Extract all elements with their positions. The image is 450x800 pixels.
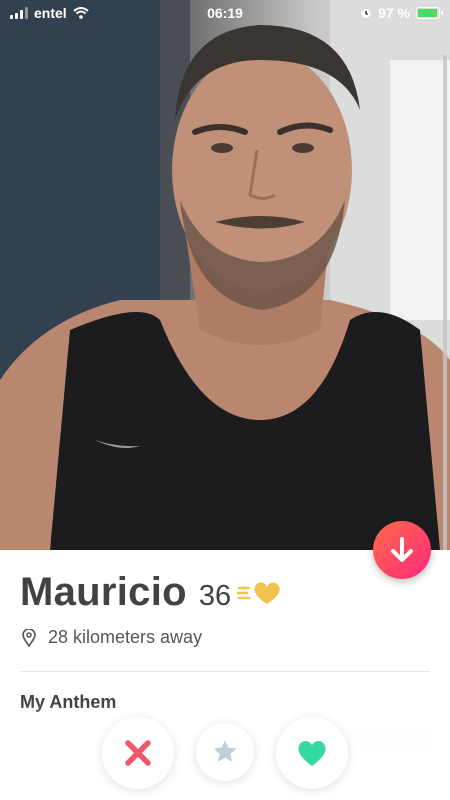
profile-name: Mauricio	[20, 570, 187, 614]
name-row: Mauricio 36	[20, 570, 283, 615]
alarm-icon	[361, 9, 371, 18]
carrier-label: entel	[34, 5, 67, 21]
profile-photo-illustration	[0, 0, 450, 550]
status-right: 97 %	[360, 5, 443, 21]
profile-age: 36	[198, 580, 232, 612]
signal-icon	[10, 7, 28, 19]
battery-level-fill	[418, 9, 438, 17]
nope-button[interactable]	[102, 717, 174, 789]
like-button[interactable]	[276, 717, 348, 789]
distance-row: 28 kilometers away	[22, 627, 202, 648]
arrow-down-icon	[391, 537, 413, 562]
superlike-heart-icon	[237, 582, 280, 604]
nope-x-icon	[125, 740, 151, 766]
super-like-button[interactable]	[196, 723, 254, 781]
action-bar	[0, 705, 450, 800]
location-pin-icon	[22, 628, 36, 647]
status-left: entel	[10, 5, 89, 21]
status-bar: entel 06:19 97 %	[0, 0, 450, 26]
distance-label: 28 kilometers away	[48, 627, 203, 647]
super-like-star-icon	[213, 740, 237, 762]
collapse-profile-button[interactable]	[373, 521, 431, 579]
wifi-icon	[73, 7, 89, 19]
battery-icon	[416, 7, 443, 19]
profile-photo[interactable]	[0, 0, 450, 550]
section-divider	[20, 671, 430, 672]
battery-percent: 97 %	[378, 5, 410, 21]
like-heart-icon	[298, 740, 326, 766]
